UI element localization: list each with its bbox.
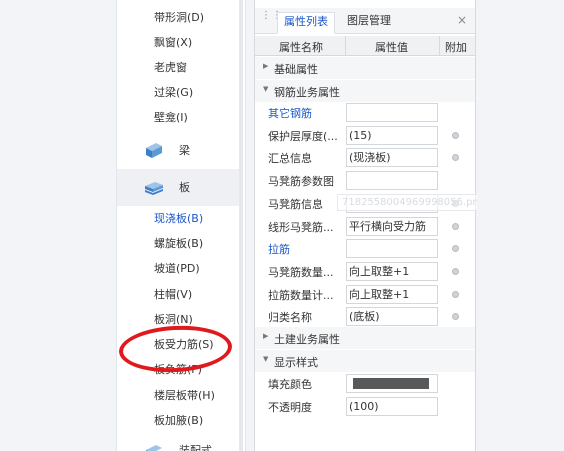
- prop-row[interactable]: 拉筋数量计... 向上取整+1: [255, 283, 475, 306]
- extra-checkbox[interactable]: [452, 154, 459, 162]
- extra-checkbox[interactable]: [452, 267, 459, 275]
- col-divider: [439, 36, 440, 56]
- tree-item[interactable]: 壁龛(I): [154, 108, 188, 128]
- prop-value-field[interactable]: (底板): [346, 307, 438, 327]
- category-slab[interactable]: 板: [117, 169, 239, 206]
- prop-row[interactable]: 马凳筋数量... 向上取整+1: [255, 260, 475, 283]
- group-rebar-props[interactable]: ▼ 钢筋业务属性: [255, 80, 475, 102]
- property-panel: ⋮⋮ 属性列表 图层管理 × 属性名称 属性值 附加 ▶ 基础属性 ▼ 钢筋业务…: [254, 0, 476, 451]
- prop-value-field[interactable]: (15): [346, 125, 438, 145]
- color-swatch: [353, 378, 429, 389]
- group-title: 显示样式: [274, 356, 318, 369]
- prop-row[interactable]: 其它钢筋: [255, 101, 475, 124]
- tree-item[interactable]: 带形洞(D): [154, 8, 204, 28]
- drag-grip-icon[interactable]: ⋮⋮: [261, 11, 282, 27]
- group-title: 基础属性: [274, 63, 318, 76]
- prop-name[interactable]: 其它钢筋: [268, 105, 312, 121]
- extra-checkbox[interactable]: [452, 313, 459, 321]
- extra-checkbox[interactable]: [452, 290, 459, 298]
- group-display-style[interactable]: ▼ 显示样式: [255, 350, 475, 372]
- category-label: 板: [179, 181, 190, 194]
- grid-header: 属性名称 属性值 附加: [255, 36, 475, 56]
- prefab-icon: [146, 445, 162, 451]
- tree-item[interactable]: 现浇板(B): [154, 209, 203, 229]
- tab-layer-manage[interactable]: 图层管理: [341, 12, 397, 34]
- expand-arrow-icon: ▶: [263, 62, 269, 70]
- prop-value-field[interactable]: [346, 171, 438, 191]
- panel-tabbar: ⋮⋮ 属性列表 图层管理 ×: [255, 8, 475, 34]
- tree-scrollbar[interactable]: [239, 0, 243, 451]
- tree-item[interactable]: 老虎窗: [154, 58, 187, 78]
- opacity-field[interactable]: (100): [346, 397, 438, 416]
- col-divider: [345, 36, 346, 56]
- prop-name: 汇总信息: [268, 152, 312, 166]
- prop-row[interactable]: 归类名称 (底板): [255, 305, 475, 328]
- prop-row[interactable]: 汇总信息 (现浇板): [255, 146, 475, 169]
- extra-checkbox[interactable]: [452, 245, 459, 253]
- prop-value-field[interactable]: [346, 239, 438, 259]
- extra-checkbox[interactable]: [452, 131, 459, 139]
- prop-name: 马凳筋参数图: [268, 175, 334, 189]
- prop-name[interactable]: 拉筋: [268, 241, 290, 257]
- prop-row[interactable]: 保护层厚度(... (15): [255, 124, 475, 147]
- color-picker[interactable]: [346, 374, 438, 393]
- category-prefab[interactable]: 装配式: [117, 432, 239, 451]
- extra-checkbox[interactable]: [452, 222, 459, 230]
- col-header-name: 属性名称: [279, 41, 323, 54]
- category-label: 装配式: [179, 444, 212, 451]
- prop-name: 马凳筋信息: [268, 197, 323, 211]
- group-basic-props[interactable]: ▶ 基础属性: [255, 57, 475, 79]
- category-label: 梁: [179, 144, 190, 157]
- group-title: 钢筋业务属性: [274, 86, 340, 99]
- prop-name: 不透明度: [268, 401, 312, 414]
- group-title: 土建业务属性: [274, 333, 340, 346]
- prop-name: 填充颜色: [268, 378, 312, 391]
- category-beam[interactable]: 梁: [117, 132, 239, 169]
- prop-row-opacity[interactable]: 不透明度 (100): [255, 395, 475, 418]
- prop-value-field[interactable]: 向上取整+1: [346, 284, 438, 304]
- close-icon[interactable]: ×: [457, 13, 467, 27]
- tree-item[interactable]: 柱帽(V): [154, 285, 192, 305]
- prop-name: 拉筋数量计...: [268, 288, 334, 302]
- tree-item[interactable]: 飘窗(X): [154, 33, 192, 53]
- prop-name: 线形马凳筋...: [268, 220, 334, 234]
- tree-item[interactable]: 板加腋(B): [154, 411, 203, 431]
- prop-row-fill-color[interactable]: 填充颜色: [255, 372, 475, 395]
- tree-item[interactable]: 坡道(PD): [154, 259, 200, 279]
- prop-name: 马凳筋数量...: [268, 265, 334, 279]
- prop-row[interactable]: 拉筋: [255, 237, 475, 260]
- beam-icon: [146, 143, 162, 158]
- expand-arrow-icon: ▶: [263, 332, 269, 340]
- component-tree-panel: 带形洞(D) 飘窗(X) 老虎窗过梁(G) 壁龛(I) 梁 板 现浇板(B) 螺旋板(B…: [116, 0, 246, 451]
- collapse-arrow-icon: ▼: [263, 85, 269, 93]
- col-header-value: 属性值: [375, 41, 408, 54]
- prop-row[interactable]: 马凳筋参数图: [255, 169, 475, 192]
- prop-row[interactable]: 线形马凳筋... 平行横向受力筋: [255, 215, 475, 238]
- slab-icon: [145, 182, 163, 195]
- collapse-arrow-icon: ▼: [263, 355, 269, 363]
- workspace-background: [477, 0, 564, 451]
- col-header-extra: 附加: [445, 41, 467, 54]
- prop-name: 保护层厚度(...: [268, 129, 338, 143]
- prop-value-field[interactable]: (现浇板): [346, 148, 438, 168]
- prop-value-field[interactable]: 向上取整+1: [346, 261, 438, 281]
- tree-item[interactable]: 过梁(G): [154, 83, 193, 103]
- tree-item[interactable]: 螺旋板(B): [154, 234, 203, 254]
- group-civil-props[interactable]: ▶ 土建业务属性: [255, 327, 475, 349]
- prop-value-field[interactable]: [346, 103, 438, 122]
- prop-name: 归类名称: [268, 311, 312, 325]
- prop-value-field[interactable]: 平行横向受力筋: [346, 216, 438, 236]
- tree-item[interactable]: 楼层板带(H): [154, 386, 215, 406]
- tab-property-list[interactable]: 属性列表: [277, 12, 335, 34]
